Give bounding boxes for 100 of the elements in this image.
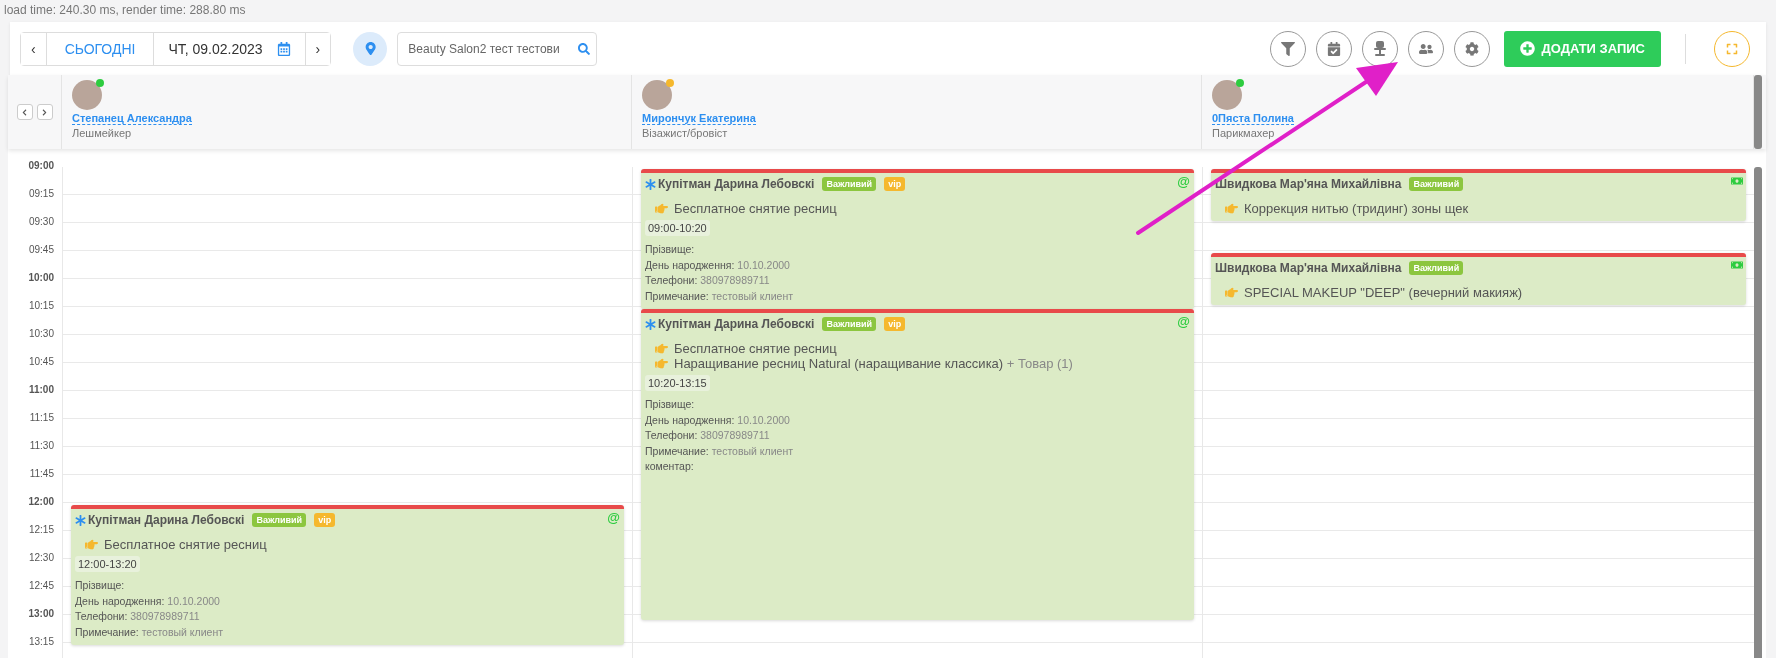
- pointing-hand-icon: [1225, 202, 1238, 215]
- previous-staff-button[interactable]: [16, 104, 33, 120]
- time-range: 09:00-10:20: [645, 220, 710, 236]
- map-pin-icon: [363, 41, 377, 56]
- search-icon: [578, 42, 591, 55]
- tag: Важливий: [1409, 177, 1464, 191]
- client-detail: Прізвище:: [75, 578, 126, 593]
- staff-name-link[interactable]: 0Пяста Полина: [1212, 112, 1294, 125]
- appointment-card[interactable]: @ Купітман Дарина Лебовскі Важливий vip Бесплатное снятие ресниц 09:00-10:20 Прізвище: День народження: 10.10.2000 Телефони: 380978989711 Примечание: тестовый клиент: [641, 169, 1194, 309]
- tag: Важливий: [822, 177, 877, 191]
- pointing-hand-icon: [655, 357, 668, 370]
- time-label: 09:15: [28, 188, 54, 199]
- staff-role: Парикмахер: [1212, 127, 1275, 139]
- time-label: 13:00: [28, 608, 54, 619]
- client-detail: Телефони: 380978989711: [645, 273, 771, 288]
- service-name: Коррекция нитью (тридинг) зоны щек: [1244, 201, 1469, 216]
- service-name: Бесплатное снятие ресниц: [674, 201, 837, 216]
- at-sign: @: [1177, 174, 1190, 189]
- chair-button[interactable]: [1362, 30, 1399, 67]
- chevron-left-icon: [21, 108, 28, 116]
- cash-icon: [1731, 259, 1743, 271]
- staff-button[interactable]: [1408, 30, 1445, 67]
- time-label: 11:30: [29, 440, 54, 451]
- scrollbar[interactable]: [1754, 75, 1762, 149]
- tag: vip: [884, 177, 906, 191]
- staff-name-link[interactable]: Мирончук Екатерина: [642, 112, 756, 125]
- asterisk-icon: [645, 318, 656, 330]
- time-range: 10:20-13:15: [645, 375, 710, 391]
- time-label: 11:45: [29, 468, 54, 479]
- filter-icon: [1281, 41, 1296, 56]
- pointing-hand-icon: [655, 202, 668, 215]
- appointment-card[interactable]: @ Купітман Дарина Лебовскі Важливий vip Бесплатное снятие ресниц 12:00-13:20 Прізвище: День народження: 10.10.2000 Телефони: 380978989711 Примечание: тестовый клиент: [71, 505, 624, 645]
- chevron-right-icon: [41, 108, 48, 116]
- client-detail: День народження: 10.10.2000: [645, 412, 791, 428]
- client-name: Швидкова Мар'яна Михайлівна: [1215, 177, 1402, 191]
- client-name: Купітман Дарина Лебовскі: [88, 513, 245, 527]
- time-label: 12:45: [28, 580, 54, 591]
- performance-text: load time: 240.30 ms, render time: 288.80 ms: [3, 2, 247, 19]
- client-detail: коментар:: [645, 459, 695, 474]
- tag: vip: [314, 513, 336, 527]
- location-button[interactable]: [353, 31, 388, 66]
- cash-icon: [1731, 175, 1743, 187]
- tag: vip: [884, 317, 906, 331]
- appointment-card[interactable]: Швидкова Мар'яна Михайлівна Важливий Коррекция нитью (тридинг) зоны щек: [1211, 169, 1746, 221]
- service-name: SPECIAL MAKEUP "DEEP" (вечерний макияж): [1244, 285, 1523, 300]
- client-detail: Прізвище:: [645, 242, 696, 257]
- previous-day-button[interactable]: ‹: [21, 32, 47, 65]
- tag: Важливий: [252, 513, 307, 527]
- time-label: 09:30: [28, 216, 54, 227]
- pointing-hand-icon: [85, 538, 98, 551]
- calendar-check-icon: [1327, 41, 1342, 56]
- filter-button[interactable]: [1270, 30, 1307, 67]
- chair-icon: [1373, 40, 1388, 57]
- time-label: 10:15: [28, 300, 54, 311]
- time-label: 13:15: [28, 636, 54, 647]
- settings-icon: [1465, 41, 1480, 56]
- client-detail: Примечание: тестовый клиент: [645, 443, 794, 459]
- at-sign: @: [1177, 314, 1190, 329]
- time-label: 11:15: [29, 412, 54, 423]
- tag: Важливий: [1409, 261, 1464, 275]
- asterisk-icon: [645, 178, 656, 190]
- staff-name-link[interactable]: Степанец Александра: [72, 112, 192, 125]
- client-detail: Телефони: 380978989711: [645, 428, 771, 443]
- fullscreen-button[interactable]: [1714, 30, 1750, 67]
- client-name: Купітман Дарина Лебовскі: [658, 177, 815, 191]
- time-range: 12:00-13:20: [75, 556, 140, 572]
- appointment-card[interactable]: [641, 309, 1194, 620]
- calendar-check-button[interactable]: [1316, 30, 1353, 67]
- client-name: Швидкова Мар'яна Михайлівна: [1215, 261, 1402, 275]
- time-label: 10:45: [28, 356, 54, 367]
- avatar-placeholder: [642, 80, 672, 110]
- settings-button[interactable]: [1454, 30, 1491, 67]
- next-staff-button[interactable]: [36, 104, 53, 120]
- avatar-placeholder: [72, 80, 102, 110]
- fullscreen-icon: [1726, 42, 1738, 55]
- client-detail: День народження: 10.10.2000: [75, 593, 221, 609]
- service-name: Наращивание ресниц Natural (наращивание классика) + Товар (1): [674, 356, 1073, 371]
- client-detail: Телефони: 380978989711: [75, 609, 201, 624]
- asterisk-icon: [75, 514, 86, 526]
- time-label: 10:00: [28, 272, 54, 283]
- client-detail: Примечание: тестовый клиент: [645, 288, 794, 304]
- client-name: Купітман Дарина Лебовскі: [658, 317, 815, 331]
- staff-role: Лешмейкер: [72, 127, 132, 139]
- plus-icon: [1520, 41, 1536, 56]
- time-label: 09:45: [28, 244, 54, 255]
- time-label: 12:00: [28, 496, 54, 507]
- staff-role: Візажист/бровіст: [642, 127, 728, 139]
- at-sign: @: [607, 510, 620, 525]
- scrollbar[interactable]: [1754, 167, 1762, 658]
- pointing-hand-icon: [1225, 286, 1238, 299]
- pointing-hand-icon: [655, 342, 668, 355]
- avatar-placeholder: [1212, 80, 1242, 110]
- time-label: 09:00: [28, 160, 54, 171]
- users-icon: [1419, 41, 1434, 56]
- search-field[interactable]: Beauty Salon2 тест тестови: [397, 31, 598, 66]
- service-name: Бесплатное снятие ресниц: [674, 341, 837, 356]
- tag: Важливий: [822, 317, 877, 331]
- calendar-icon: [276, 41, 291, 56]
- appointment-card[interactable]: Швидкова Мар'яна Михайлівна Важливий SPECIAL MAKEUP "DEEP" (вечерний макияж): [1211, 253, 1746, 305]
- client-detail: Примечание: тестовый клиент: [75, 624, 224, 640]
